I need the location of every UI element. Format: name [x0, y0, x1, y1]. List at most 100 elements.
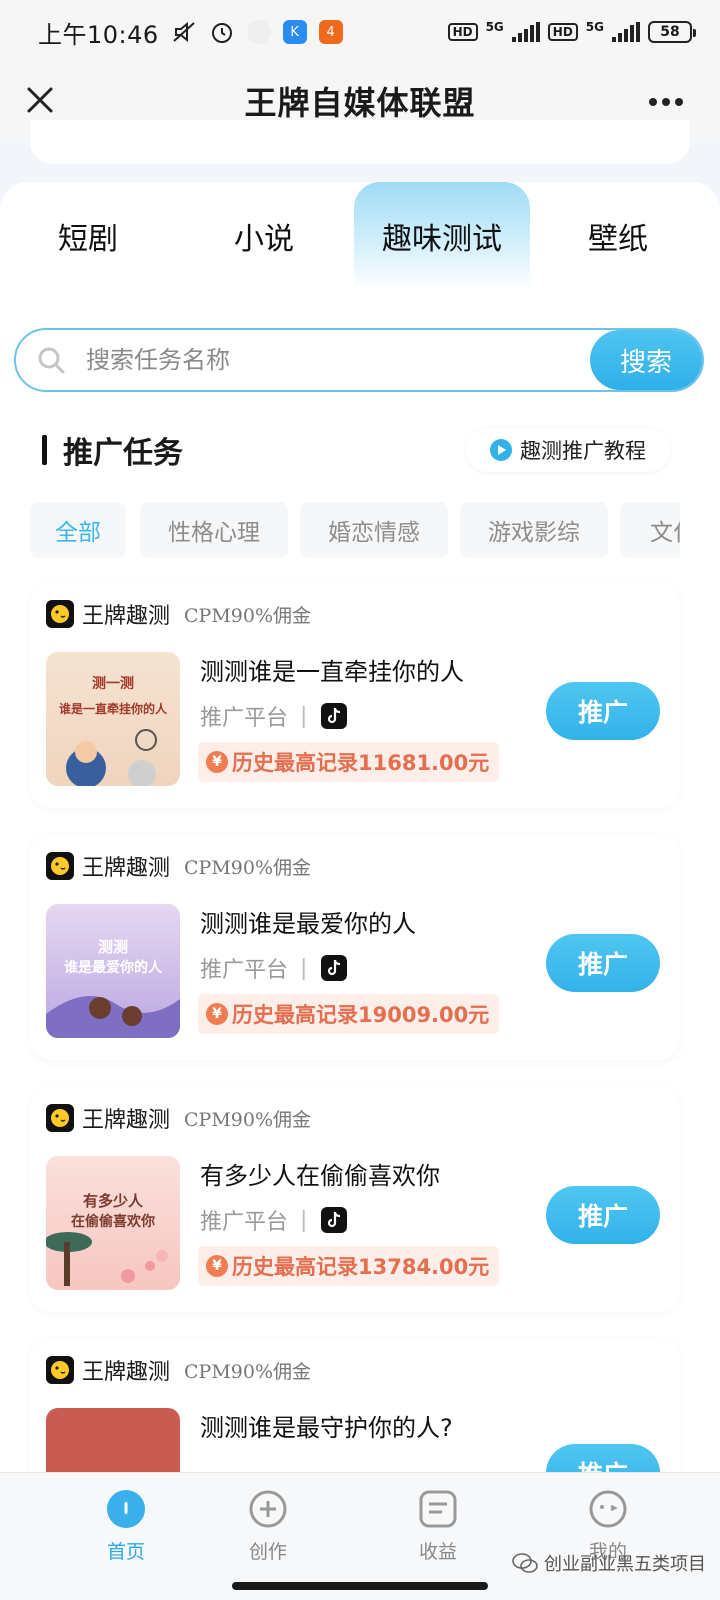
- platform-row: 推广平台 |: [200, 952, 348, 984]
- tiktok-icon: [321, 703, 348, 729]
- earnings-icon: [419, 1490, 457, 1528]
- watermark: 创业副业黑五类项目: [512, 1550, 706, 1576]
- tab-label: 小说: [234, 222, 294, 257]
- more-button[interactable]: [644, 82, 688, 122]
- record-text: 历史最高记录11681.00元: [232, 751, 490, 775]
- platform-label: 推广平台: [200, 706, 289, 731]
- task-thumbnail: 测一测 谁是一直牵挂你的人: [46, 652, 180, 786]
- record-badge: ¥ 历史最高记录11681.00元: [198, 742, 500, 782]
- brand-name: 王牌趣测: [82, 604, 171, 629]
- task-title: 测测谁是一直牵挂你的人: [200, 658, 464, 686]
- partially-hidden-card: [30, 120, 690, 164]
- status-system-icons: HD 5G HD 5G 58: [447, 20, 696, 44]
- task-card[interactable]: 王牌趣测 CPM90%佣金 测测谁是最守护你的人? 推广: [30, 1338, 680, 1472]
- commission-label: CPM90%佣金: [184, 1108, 312, 1131]
- status-notification-icons: K 4: [171, 19, 343, 45]
- task-title: 有多少人在偷偷喜欢你: [200, 1162, 440, 1190]
- filter-games[interactable]: 游戏影综: [460, 502, 608, 558]
- search-input[interactable]: [86, 346, 556, 374]
- task-title: 测测谁是最守护你的人?: [200, 1414, 453, 1442]
- commission-label: CPM90%佣金: [184, 856, 312, 879]
- filter-culture[interactable]: 文化: [620, 502, 680, 558]
- brand-row: 王牌趣测 CPM90%佣金: [46, 598, 311, 630]
- record-text: 历史最高记录19009.00元: [232, 1003, 490, 1027]
- section-title: 推广任务: [63, 436, 183, 471]
- thumb-illustration: [46, 996, 180, 1038]
- platform-row: 推广平台 |: [200, 700, 348, 732]
- task-card[interactable]: 王牌趣测 CPM90%佣金 测测 谁是最爱你的人 测测谁是最爱你的人 推广平台 …: [30, 834, 680, 1060]
- close-icon: [27, 87, 53, 113]
- tutorial-label: 趣测推广教程: [520, 439, 646, 463]
- thumb-illustration: [66, 729, 157, 786]
- task-thumbnail: 有多少人 在偷偷喜欢你: [46, 1156, 180, 1290]
- tab-label: 短剧: [58, 222, 118, 257]
- mute-icon: [173, 21, 195, 43]
- hd-badge-2: HD: [547, 23, 578, 41]
- task-title: 测测谁是最爱你的人: [200, 910, 416, 938]
- search-icon: [38, 347, 65, 374]
- task-card[interactable]: 王牌趣测 CPM90%佣金 测一测 谁是一直牵挂你的人 测测谁是一直牵挂你的人 …: [30, 582, 680, 808]
- nav-label: 首页: [106, 1541, 145, 1563]
- alarm-icon: [211, 23, 232, 43]
- brand-row: 王牌趣测 CPM90%佣金: [46, 850, 311, 882]
- promote-button[interactable]: 推广: [546, 934, 660, 992]
- tab-fun-test[interactable]: 趣味测试: [354, 182, 530, 290]
- home-indicator[interactable]: [232, 1582, 488, 1590]
- battery-icon: 58: [648, 21, 696, 43]
- record-badge: ¥ 历史最高记录19009.00元: [198, 994, 500, 1034]
- battery-level: 58: [660, 24, 680, 40]
- yen-icon: ¥: [206, 751, 228, 773]
- app-notification-icon-orange: 4: [318, 20, 343, 44]
- nav-label: 收益: [418, 1541, 457, 1563]
- brand-row: 王牌趣测 CPM90%佣金: [46, 1354, 311, 1386]
- platform-label: 推广平台: [200, 1210, 289, 1235]
- signal-icon: [511, 22, 540, 42]
- commission-label: CPM90%佣金: [184, 604, 312, 627]
- promote-button[interactable]: 推广: [546, 1444, 660, 1472]
- tab-label: 壁纸: [588, 222, 648, 257]
- home-icon: [107, 1490, 145, 1528]
- promote-button[interactable]: 推广: [546, 1186, 660, 1244]
- close-button[interactable]: [18, 78, 62, 122]
- network-label: 5G: [485, 20, 504, 34]
- brand-row: 王牌趣测 CPM90%佣金: [46, 1102, 311, 1134]
- tab-novel[interactable]: 小说: [176, 182, 352, 290]
- platform-row: 推广平台 |: [200, 1204, 348, 1236]
- tiktok-icon: [321, 1207, 348, 1233]
- filter-all[interactable]: 全部: [30, 502, 126, 558]
- section-marker: [42, 435, 47, 465]
- record-badge: ¥ 历史最高记录13784.00元: [198, 1246, 500, 1286]
- brand-logo-icon: [46, 1104, 74, 1132]
- brand-name: 王牌趣测: [82, 856, 171, 881]
- task-card[interactable]: 王牌趣测 CPM90%佣金 有多少人 在偷偷喜欢你 有多少人在偷偷喜欢你 推广平…: [30, 1086, 680, 1312]
- nav-create[interactable]: 创作: [208, 1489, 328, 1564]
- filter-chips: 全部 性格心理 婚恋情感 游戏影综 文化: [30, 502, 680, 558]
- promote-button[interactable]: 推广: [546, 682, 660, 740]
- platform-divider: |: [300, 1207, 308, 1233]
- brand-name: 王牌趣测: [82, 1108, 171, 1133]
- task-thumbnail: [46, 1408, 180, 1472]
- watermark-text: 创业副业黑五类项目: [544, 1554, 706, 1575]
- platform-divider: |: [300, 955, 308, 981]
- page-title: 王牌自媒体联盟: [244, 84, 476, 122]
- search-button[interactable]: 搜索: [590, 330, 702, 390]
- commission-label: CPM90%佣金: [184, 1360, 312, 1383]
- task-thumbnail: 测测 谁是最爱你的人: [46, 904, 180, 1038]
- nav-earnings[interactable]: 收益: [378, 1489, 498, 1564]
- nav-home[interactable]: 首页: [66, 1489, 186, 1564]
- brand-name: 王牌趣测: [82, 1360, 171, 1385]
- tutorial-link[interactable]: 趣测推广教程: [466, 428, 670, 472]
- filter-personality[interactable]: 性格心理: [140, 502, 288, 558]
- tab-wallpaper[interactable]: 壁纸: [530, 182, 706, 290]
- play-icon: [490, 439, 512, 461]
- status-time: 上午10:46: [38, 20, 159, 49]
- search-box: 搜索: [14, 328, 704, 392]
- section-header: 推广任务: [42, 428, 183, 472]
- yen-icon: ¥: [206, 1255, 228, 1277]
- filter-love[interactable]: 婚恋情感: [300, 502, 448, 558]
- category-tabs: 短剧 小说 趣味测试 壁纸: [0, 182, 720, 292]
- signal-icon-2: [612, 22, 640, 42]
- tiktok-icon: [321, 955, 348, 981]
- tab-label: 趣味测试: [382, 222, 502, 257]
- tab-short-drama[interactable]: 短剧: [0, 182, 176, 290]
